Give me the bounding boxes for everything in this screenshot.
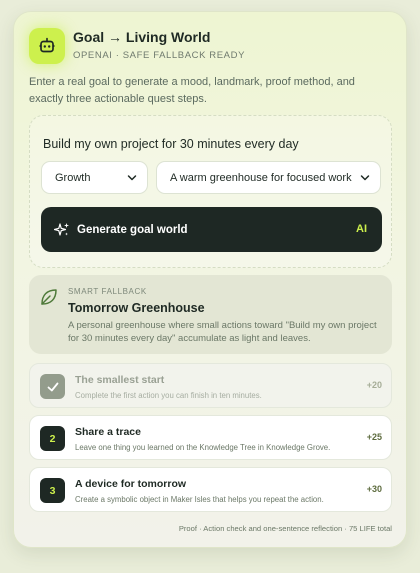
- category-select-value: Growth: [55, 171, 91, 184]
- generate-button-label: Generate goal world: [77, 223, 188, 236]
- world-description: A personal greenhouse where small action…: [68, 320, 377, 344]
- quest-title: The smallest start: [75, 374, 165, 386]
- proof-summary: Proof · Action check and one-sentence re…: [178, 524, 392, 533]
- instructions-text: Enter a real goal to generate a mood, la…: [29, 76, 355, 105]
- ai-badge: AI: [356, 223, 367, 235]
- provider-status: OPENAI · SAFE FALLBACK READY: [73, 50, 246, 61]
- quest-item[interactable]: 2 Share a trace Leave one thing you lear…: [29, 415, 392, 460]
- quest-title: Share a trace: [75, 426, 141, 438]
- chevron-down-icon: [127, 175, 137, 181]
- category-select[interactable]: Growth: [41, 161, 148, 194]
- page-title: Goal → Living World: [73, 29, 211, 45]
- quest-item[interactable]: The smallest start Complete the first ac…: [29, 363, 392, 408]
- goal-world-card: Goal → Living World OPENAI · SAFE FALLBA…: [13, 11, 407, 548]
- generate-goal-world-button[interactable]: Generate goal world AI: [41, 207, 382, 252]
- goal-input[interactable]: Build my own project for 30 minutes ever…: [43, 137, 299, 151]
- quest-description: Create a symbolic object in Maker Isles …: [75, 495, 324, 504]
- leaf-icon: [41, 289, 57, 305]
- header: Goal → Living World OPENAI · SAFE FALLBA…: [29, 28, 245, 64]
- quest-title: A device for tomorrow: [75, 478, 187, 490]
- chevron-down-icon: [360, 175, 370, 181]
- goal-form: Build my own project for 30 minutes ever…: [29, 115, 392, 268]
- world-style-select[interactable]: A warm greenhouse for focused work: [156, 161, 381, 194]
- robot-icon: [29, 28, 65, 64]
- quest-points: +30: [366, 484, 382, 494]
- world-preview: SMART FALLBACK Tomorrow Greenhouse A per…: [29, 275, 392, 354]
- quest-points: +20: [366, 380, 382, 390]
- quest-step-number: 3: [40, 478, 65, 503]
- quest-description: Leave one thing you learned on the Knowl…: [75, 443, 331, 452]
- quest-points: +25: [366, 432, 382, 442]
- world-title: Tomorrow Greenhouse: [68, 301, 205, 315]
- sparkles-icon: [54, 222, 69, 236]
- quest-description: Complete the first action you can finish…: [75, 391, 262, 400]
- checkmark-icon: [40, 374, 65, 399]
- world-source-label: SMART FALLBACK: [68, 287, 147, 296]
- world-style-select-value: A warm greenhouse for focused work: [170, 171, 352, 184]
- quest-item[interactable]: 3 A device for tomorrow Create a symboli…: [29, 467, 392, 512]
- quest-step-number: 2: [40, 426, 65, 451]
